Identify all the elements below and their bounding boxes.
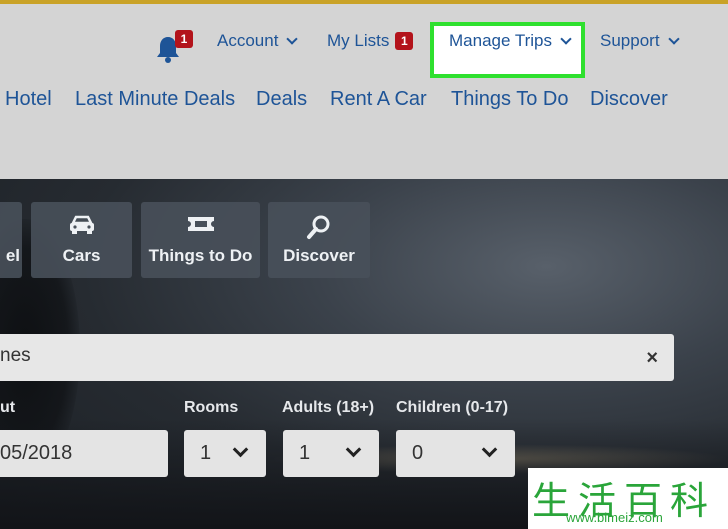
nav-last-minute-deals[interactable]: Last Minute Deals xyxy=(75,84,235,114)
site-header: 1 Account My Lists 1 Manage Trips Suppor… xyxy=(0,4,728,179)
chevron-down-icon xyxy=(286,32,299,45)
adults-select[interactable]: 1 xyxy=(283,430,379,477)
tile-discover[interactable]: Discover xyxy=(268,202,370,278)
notification-badge: 1 xyxy=(175,30,193,48)
children-value: 0 xyxy=(412,442,424,464)
my-lists-label: My Lists xyxy=(327,31,390,50)
account-menu[interactable]: Account xyxy=(217,26,299,56)
search-icon xyxy=(307,215,330,239)
nav-deals[interactable]: Deals xyxy=(256,84,307,114)
chevron-down-icon xyxy=(667,32,680,45)
tile-cars-label: Cars xyxy=(62,246,101,265)
adults-value: 1 xyxy=(299,442,311,464)
chevron-down-icon xyxy=(232,441,249,458)
checkout-label: ut xyxy=(0,399,16,416)
manage-trips-menu[interactable]: Manage Trips xyxy=(449,26,572,56)
adults-label: Adults (18+) xyxy=(282,399,375,416)
my-lists-link[interactable]: My Lists 1 xyxy=(327,26,414,56)
notifications-button[interactable]: 1 xyxy=(155,30,195,66)
tile-hotel-label: el xyxy=(5,246,20,265)
tile-cars[interactable]: Cars xyxy=(31,202,132,278)
tile-things-to-do-label: Things to Do xyxy=(148,246,253,265)
tile-things-to-do[interactable]: Things to Do xyxy=(141,202,260,278)
rooms-value: 1 xyxy=(200,442,212,464)
nav-discover[interactable]: Discover xyxy=(590,84,668,114)
car-icon xyxy=(69,215,94,234)
main-nav: Hotel Last Minute Deals Deals Rent A Car… xyxy=(0,84,728,120)
manage-trips-label: Manage Trips xyxy=(449,31,552,50)
support-menu[interactable]: Support xyxy=(600,26,680,56)
checkout-date-field[interactable]: 05/2018 xyxy=(0,430,168,477)
watermark-url: www.bimeiz.com xyxy=(566,510,663,525)
nav-things-to-do[interactable]: Things To Do xyxy=(451,84,568,114)
nav-hotel[interactable]: Hotel xyxy=(5,84,52,114)
rooms-label: Rooms xyxy=(184,399,239,416)
tile-discover-label: Discover xyxy=(283,246,355,265)
nav-rent-a-car[interactable]: Rent A Car xyxy=(330,84,427,114)
chevron-down-icon xyxy=(481,441,498,458)
tile-hotel[interactable]: el xyxy=(0,202,22,278)
watermark: 生活百科 www.bimeiz.com xyxy=(528,468,728,529)
children-select[interactable]: 0 xyxy=(396,430,515,477)
children-label: Children (0-17) xyxy=(396,399,509,416)
support-label: Support xyxy=(600,31,660,50)
my-lists-badge: 1 xyxy=(395,32,414,50)
utility-nav: 1 Account My Lists 1 Manage Trips Suppor… xyxy=(0,14,728,78)
chevron-down-icon xyxy=(345,441,362,458)
checkout-date-value: 05/2018 xyxy=(0,442,73,464)
rooms-select[interactable]: 1 xyxy=(184,430,266,477)
destination-search-input[interactable]: nes × xyxy=(0,334,674,381)
chevron-down-icon xyxy=(560,32,572,45)
clear-icon[interactable]: × xyxy=(646,347,658,370)
ticket-icon xyxy=(187,217,214,231)
account-label: Account xyxy=(217,31,279,50)
destination-search-value: nes xyxy=(0,345,31,366)
